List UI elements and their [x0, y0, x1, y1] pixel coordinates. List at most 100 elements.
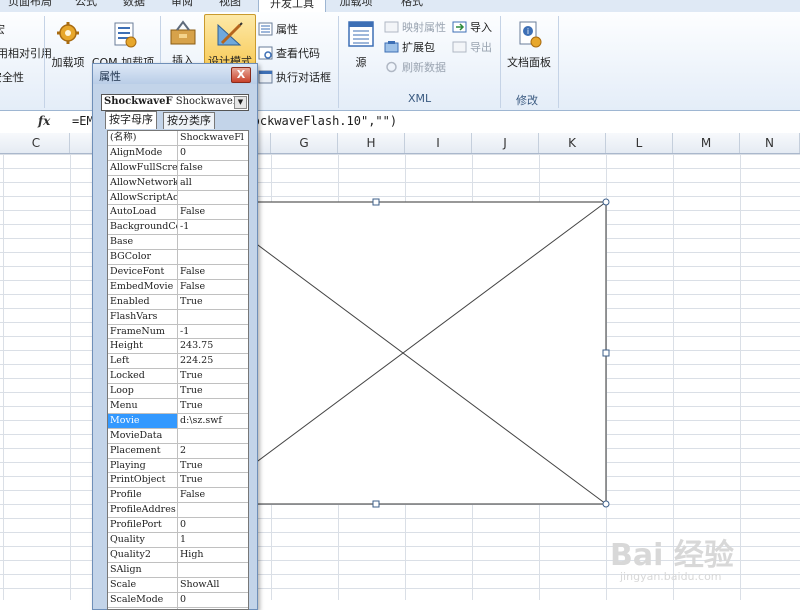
property-row[interactable]: ProfilePort0 [108, 518, 248, 533]
property-name[interactable]: Quality [108, 533, 178, 547]
tab-developer[interactable]: 开发工具 [258, 0, 326, 12]
property-name[interactable]: BGColor [108, 250, 178, 264]
property-name[interactable]: ProfilePort [108, 518, 178, 532]
property-value[interactable]: False [180, 265, 246, 279]
property-row[interactable]: Quality2High [108, 548, 248, 563]
property-row[interactable]: BackgroundCol-1 [108, 220, 248, 235]
tab-format[interactable]: 格式 [394, 0, 430, 12]
property-name[interactable]: Scale [108, 578, 178, 592]
property-value[interactable]: 0 [180, 518, 246, 532]
property-row[interactable]: BGColor [108, 250, 248, 265]
property-row[interactable]: ScaleMode0 [108, 593, 248, 608]
property-name[interactable]: PrintObject [108, 473, 178, 487]
import-button[interactable]: 导入 [452, 18, 492, 36]
property-name[interactable]: Playing [108, 459, 178, 473]
property-row[interactable]: ProfileFalse [108, 488, 248, 503]
column-header[interactable]: L [606, 133, 673, 153]
xml-source-button[interactable]: 源 [344, 20, 378, 70]
property-row[interactable]: PrintObjectTrue [108, 473, 248, 488]
property-row[interactable]: AllowScriptAc [108, 191, 248, 206]
property-name[interactable]: DeviceFont [108, 265, 178, 279]
property-name[interactable]: AutoLoad [108, 205, 178, 219]
column-header[interactable]: K [539, 133, 606, 153]
tab-formulas[interactable]: 公式 [68, 0, 104, 12]
property-row[interactable]: Left224.25 [108, 354, 248, 369]
property-name[interactable]: MovieData [108, 429, 178, 443]
property-row[interactable]: Base [108, 235, 248, 250]
property-value[interactable]: True [180, 369, 246, 383]
property-name[interactable]: Left [108, 354, 178, 368]
column-header[interactable]: N [740, 133, 800, 153]
property-value[interactable]: True [180, 399, 246, 413]
tab-review[interactable]: 审阅 [164, 0, 200, 12]
property-value[interactable]: 0 [180, 146, 246, 160]
property-name[interactable]: Enabled [108, 295, 178, 309]
property-name[interactable]: Profile [108, 488, 178, 502]
property-row[interactable]: Movied:\sz.swf [108, 414, 248, 429]
macro-security-button[interactable]: 宏安全性 [0, 68, 24, 86]
property-row[interactable]: FlashVars [108, 310, 248, 325]
chevron-down-icon[interactable]: ▼ [234, 96, 247, 109]
property-value[interactable]: ShowAll [180, 578, 246, 592]
property-value[interactable]: True [180, 295, 246, 309]
property-name[interactable]: ProfileAddres [108, 503, 178, 517]
property-name[interactable]: SAlign [108, 563, 178, 577]
properties-button[interactable]: 属性 [258, 20, 298, 38]
view-code-button[interactable]: 查看代码 [258, 44, 320, 62]
property-value[interactable]: True [180, 459, 246, 473]
property-value[interactable]: 224.25 [180, 354, 246, 368]
property-value[interactable]: d:\sz.swf [180, 414, 246, 428]
property-value[interactable]: High [180, 548, 246, 562]
insert-control-button[interactable]: 插入 [164, 18, 202, 68]
property-row[interactable]: (名称)ShockwaveFl [108, 131, 248, 146]
property-row[interactable]: EmbedMovieFalse [108, 280, 248, 295]
object-selector[interactable]: ShockwaveF ShockwaveFl ▼ [101, 94, 249, 111]
property-value[interactable]: True [180, 384, 246, 398]
property-name[interactable]: AllowScriptAc [108, 191, 178, 205]
property-value[interactable]: 1 [180, 533, 246, 547]
property-name[interactable]: FlashVars [108, 310, 178, 324]
property-value[interactable]: ShockwaveFl [180, 131, 246, 145]
tab-view[interactable]: 视图 [212, 0, 248, 12]
property-name[interactable]: AllowFullScre [108, 161, 178, 175]
addins-button[interactable]: 加载项 [48, 20, 88, 70]
document-panel-button[interactable]: i 文档面板 [504, 20, 554, 70]
property-value[interactable]: -1 [180, 325, 246, 339]
property-name[interactable]: Loop [108, 384, 178, 398]
column-header[interactable]: I [405, 133, 472, 153]
tab-data[interactable]: 数据 [116, 0, 152, 12]
property-value[interactable]: 2 [180, 444, 246, 458]
column-header[interactable]: J [472, 133, 539, 153]
property-name[interactable]: Movie [108, 414, 178, 428]
property-name[interactable]: BackgroundCol [108, 220, 178, 234]
property-row[interactable]: Height243.75 [108, 339, 248, 354]
property-name[interactable]: Height [108, 339, 178, 353]
property-row[interactable]: LockedTrue [108, 369, 248, 384]
property-row[interactable]: AlignMode0 [108, 146, 248, 161]
property-row[interactable]: AutoLoadFalse [108, 205, 248, 220]
property-value[interactable]: all [180, 176, 246, 190]
property-value[interactable]: True [180, 473, 246, 487]
property-row[interactable]: Placement2 [108, 444, 248, 459]
property-value[interactable]: 243.75 [180, 339, 246, 353]
tab-categorized[interactable]: 按分类序 [163, 112, 215, 129]
properties-title-bar[interactable]: 属性 X [93, 64, 257, 84]
property-row[interactable]: Quality1 [108, 533, 248, 548]
property-name[interactable]: Locked [108, 369, 178, 383]
refresh-data-button[interactable]: 刷新数据 [384, 58, 446, 76]
property-row[interactable]: MenuTrue [108, 399, 248, 414]
property-row[interactable]: SAlign [108, 563, 248, 578]
property-row[interactable]: ProfileAddres [108, 503, 248, 518]
property-name[interactable]: Placement [108, 444, 178, 458]
property-row[interactable]: AllowNetworkiall [108, 176, 248, 191]
property-row[interactable]: MovieData [108, 429, 248, 444]
column-header[interactable]: C [3, 133, 70, 153]
macros-button[interactable]: 宏 [0, 20, 5, 38]
fx-icon[interactable]: fx [38, 114, 50, 128]
property-row[interactable]: ScaleShowAll [108, 578, 248, 593]
map-properties-button[interactable]: 映射属性 [384, 18, 446, 36]
tab-addins[interactable]: 加载项 [334, 0, 378, 12]
expansion-packs-button[interactable]: 扩展包 [384, 38, 435, 56]
property-row[interactable]: FrameNum-1 [108, 325, 248, 340]
property-row[interactable]: PlayingTrue [108, 459, 248, 474]
